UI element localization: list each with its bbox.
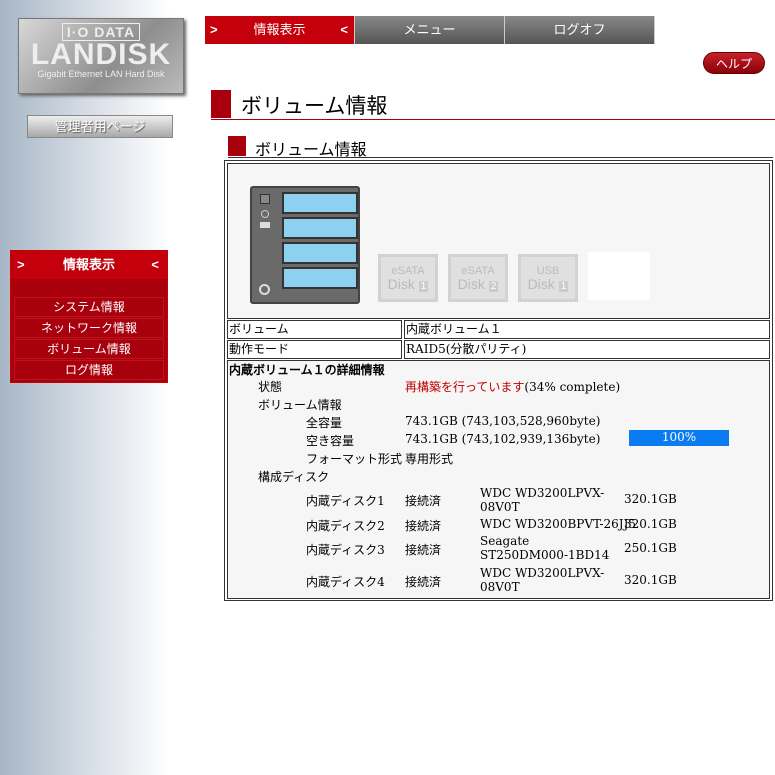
side-menu-header[interactable]: > 情報表示 < bbox=[11, 251, 167, 279]
tab-info[interactable]: > 情報表示 < bbox=[205, 16, 355, 44]
arrow-left-icon: < bbox=[340, 22, 348, 37]
disk-size: 320.1GB bbox=[624, 517, 677, 531]
page-title: ボリューム情報 bbox=[211, 90, 775, 120]
disk-status: 接続済 bbox=[405, 575, 442, 589]
status-value: 再構築を行っています bbox=[405, 380, 525, 394]
free-space-bar: 100% bbox=[629, 430, 729, 446]
arrow-right-icon: > bbox=[210, 22, 218, 37]
sidebar-item-log[interactable]: ログ情報 bbox=[14, 360, 164, 380]
landisk-logo: I·O DATA LANDISK Gigabit Ethernet LAN Ha… bbox=[18, 18, 184, 94]
disk-size: 250.1GB bbox=[624, 541, 677, 555]
tab-label: 情報表示 bbox=[253, 22, 306, 37]
total-label: 全容量 bbox=[306, 416, 343, 430]
section-title: ボリューム情報 bbox=[228, 136, 773, 159]
disk-name: 内蔵ディスク3 bbox=[306, 543, 385, 557]
side-menu: > 情報表示 < システム情報 ネットワーク情報 ボリューム情報 ログ情報 bbox=[10, 250, 168, 383]
top-nav: > 情報表示 < メニュー ログオフ bbox=[205, 16, 655, 44]
usb-disk-1-icon: USB Disk 1 bbox=[518, 254, 578, 302]
logo-tagline: Gigabit Ethernet LAN Hard Disk bbox=[37, 69, 165, 79]
sidebar-item-network[interactable]: ネットワーク情報 bbox=[14, 318, 164, 338]
disk-model: WDC WD3200LPVX-08V0T bbox=[480, 566, 605, 594]
volume-label: ボリューム bbox=[227, 320, 402, 339]
disk-size: 320.1GB bbox=[624, 492, 677, 506]
disks-label: 構成ディスク bbox=[258, 470, 330, 484]
tab-menu[interactable]: メニュー bbox=[355, 16, 505, 44]
volume-panel: eSATA Disk 1 eSATA Disk 2 USB Disk 1 ボリューム内… bbox=[224, 160, 773, 601]
format-value: 専用形式 bbox=[405, 452, 454, 466]
disk-name: 内蔵ディスク1 bbox=[306, 494, 385, 508]
title-marker bbox=[211, 90, 231, 118]
device-image-area: eSATA Disk 1 eSATA Disk 2 USB Disk 1 bbox=[227, 163, 770, 319]
volume-info-label: ボリューム情報 bbox=[258, 398, 342, 412]
total-value: 743.1GB (743,103,528,960byte) bbox=[405, 414, 601, 428]
esata-disk-2-icon: eSATA Disk 2 bbox=[448, 254, 508, 302]
volume-detail: 内蔵ボリューム１の詳細情報 状態 再構築を行っています(34% complete… bbox=[227, 360, 770, 599]
help-button[interactable]: ヘルプ bbox=[703, 52, 765, 74]
disk-model: Seagate ST250DM000-1BD14 bbox=[480, 534, 610, 562]
mode-label: 動作モード bbox=[227, 340, 402, 359]
page-title-text: ボリューム情報 bbox=[241, 94, 388, 118]
disk-model: WDC WD3200BPVT-26JJ5 bbox=[480, 517, 637, 531]
disk-name: 内蔵ディスク4 bbox=[306, 575, 385, 589]
disk-model: WDC WD3200LPVX-08V0T bbox=[480, 486, 605, 514]
section-marker bbox=[228, 136, 246, 156]
volume-value: 内蔵ボリューム１ bbox=[404, 320, 770, 339]
status-progress: (34% complete) bbox=[524, 380, 621, 394]
disk-status: 接続済 bbox=[405, 543, 442, 557]
free-value: 743.1GB (743,102,939,136byte) bbox=[405, 432, 601, 446]
side-menu-title: 情報表示 bbox=[62, 257, 115, 272]
nas-device-icon bbox=[250, 186, 360, 304]
esata-disk-1-icon: eSATA Disk 1 bbox=[378, 254, 438, 302]
disk-size: 320.1GB bbox=[624, 573, 677, 587]
tab-logoff[interactable]: ログオフ bbox=[505, 16, 655, 44]
disk-status: 接続済 bbox=[405, 494, 442, 508]
sidebar-item-volume[interactable]: ボリューム情報 bbox=[14, 339, 164, 359]
arrow-left-icon: < bbox=[151, 257, 159, 272]
empty-slot bbox=[588, 252, 650, 300]
status-label: 状態 bbox=[258, 380, 283, 394]
detail-header: 内蔵ボリューム１の詳細情報 bbox=[229, 363, 385, 377]
arrow-right-icon: > bbox=[17, 257, 25, 272]
disk-name: 内蔵ディスク2 bbox=[306, 519, 385, 533]
mode-row: 動作モード RAID5(分散パリティ) bbox=[227, 340, 770, 359]
section-title-text: ボリューム情報 bbox=[255, 140, 367, 159]
free-label: 空き容量 bbox=[306, 434, 355, 448]
sidebar-item-system[interactable]: システム情報 bbox=[14, 297, 164, 317]
mode-value: RAID5(分散パリティ) bbox=[404, 340, 770, 359]
logo-product: LANDISK bbox=[30, 38, 172, 71]
disk-status: 接続済 bbox=[405, 519, 442, 533]
admin-page-button[interactable]: 管理者用ページ bbox=[27, 115, 173, 138]
volume-row: ボリューム 内蔵ボリューム１ bbox=[227, 320, 770, 339]
format-label: フォーマット形式 bbox=[306, 452, 403, 466]
